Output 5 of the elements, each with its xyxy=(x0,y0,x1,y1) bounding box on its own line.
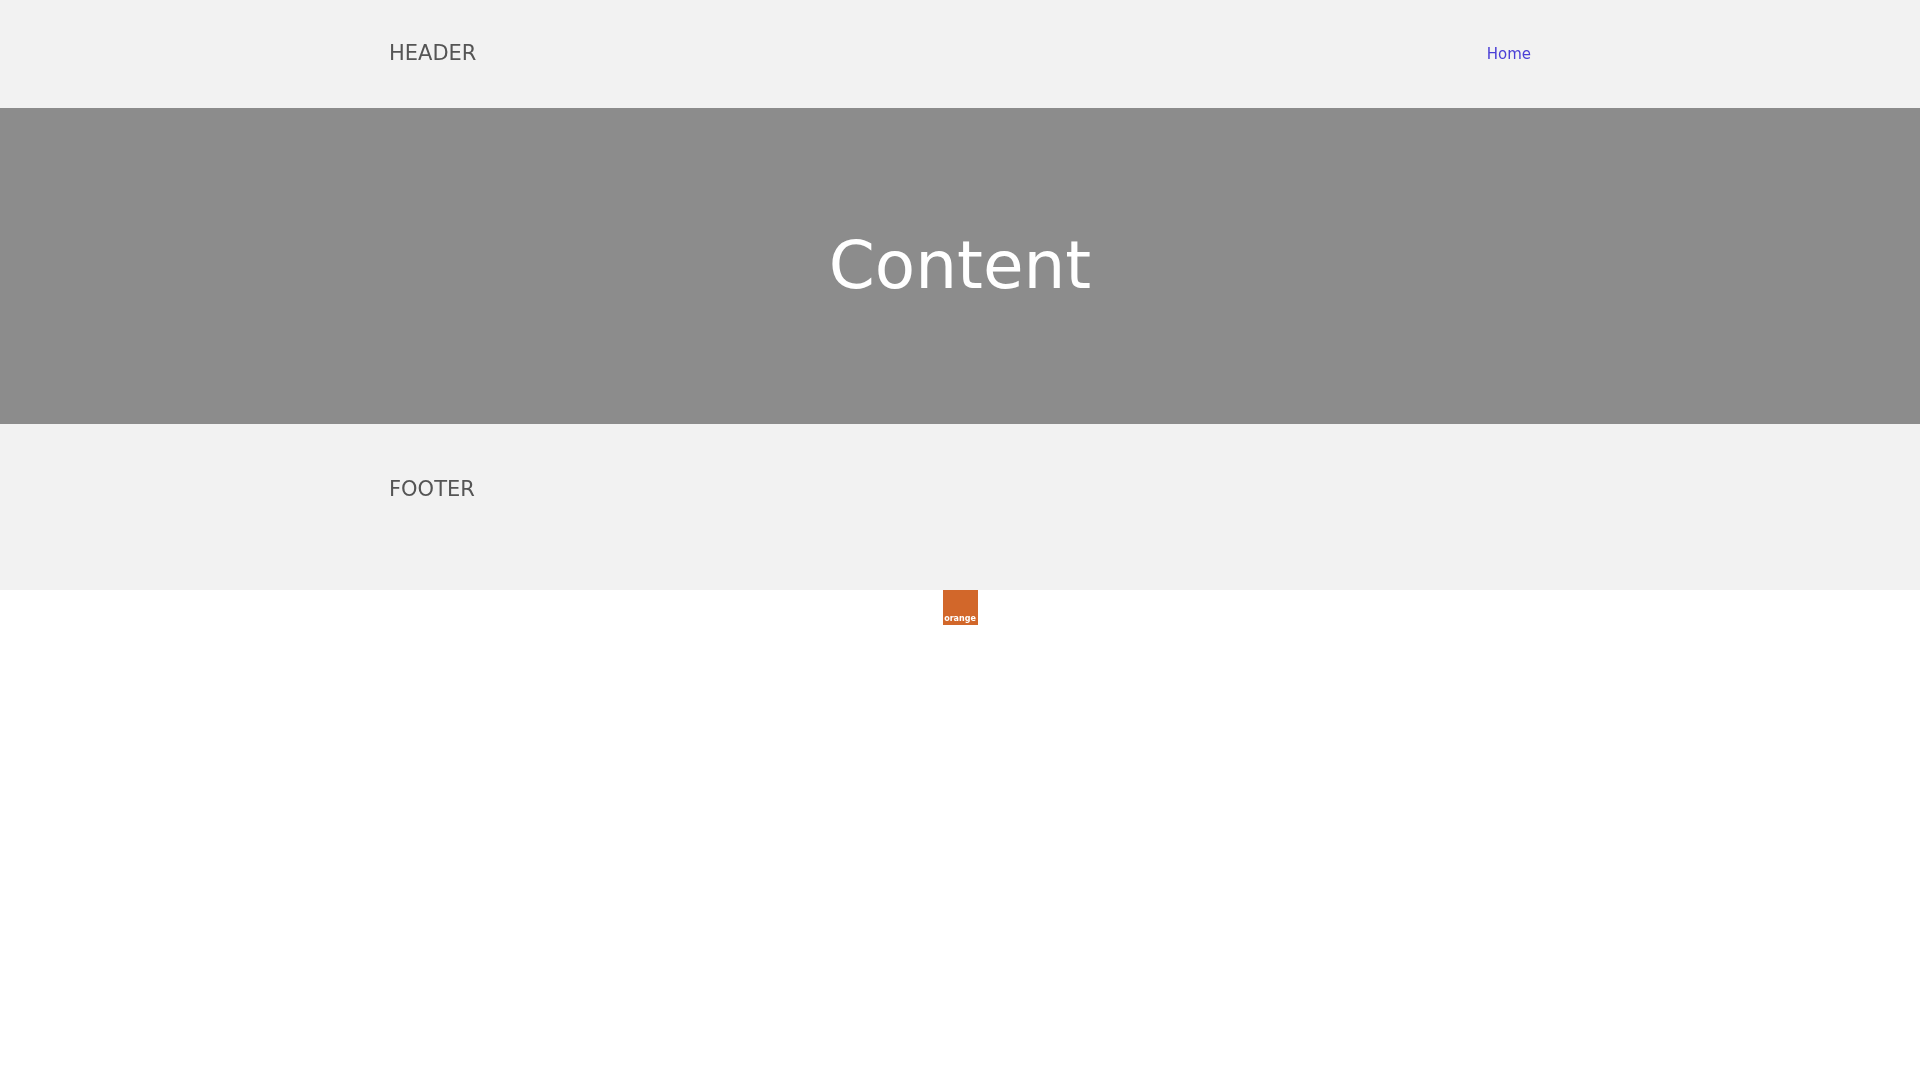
site-title: HEADER xyxy=(389,40,477,68)
content-heading: Content xyxy=(828,233,1092,299)
logo: orange xyxy=(942,590,978,625)
footer-title: FOOTER xyxy=(389,477,475,501)
nav-link[interactable]: Home xyxy=(1486,42,1531,66)
